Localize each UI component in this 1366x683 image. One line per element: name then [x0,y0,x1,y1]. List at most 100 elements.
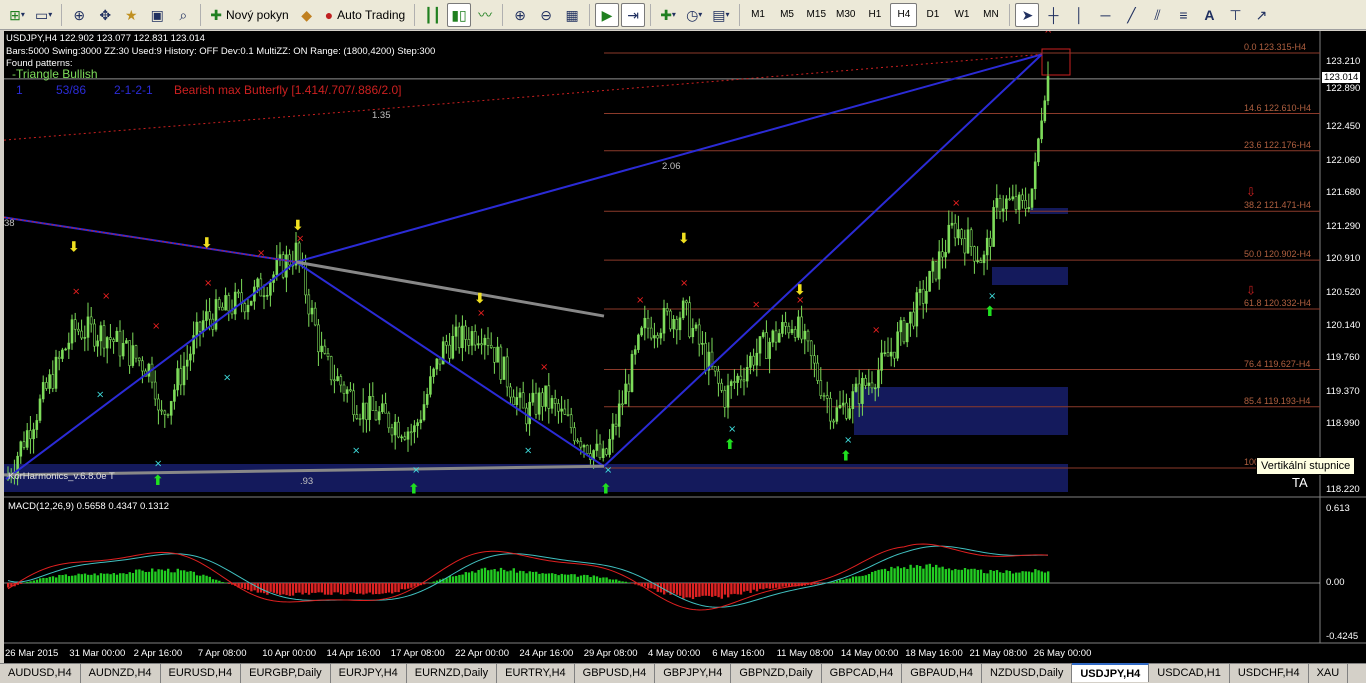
zone-box [854,387,1068,435]
timeframe-m1[interactable]: M1 [745,3,772,27]
fib-level-label: 61.8 120.332-H4 [1244,298,1312,309]
chart-canvas[interactable]: ×××××××××××××××××××××××××⬇⬇⬇⬇⬇⬇⬆⬆⬆⬆⬆⬆⇩⇩ [4,31,1366,663]
text-button[interactable]: A [1197,3,1221,27]
chart-tab[interactable]: EURGBP,Daily [241,664,331,683]
timeframe-mn[interactable]: MN [977,3,1004,27]
candle-body [422,404,426,421]
candle-body [768,341,771,359]
chart-tab[interactable]: EURUSD,H4 [161,664,242,683]
timeframe-m15[interactable]: M15 [803,3,830,27]
navigator-button[interactable]: ✥ [93,3,117,27]
candlestick-button[interactable]: ▮▯ [447,2,472,27]
crosshair-button[interactable]: ┼ [1041,3,1065,27]
candle-body [985,237,989,256]
chart-tab[interactable]: EURTRY,H4 [497,664,575,683]
macd-histogram-bar [720,583,723,599]
bearish-marker-icon: × [152,321,160,332]
chart-tab[interactable]: USDJPY,H4 [1072,663,1150,682]
zoom-in-button[interactable]: ⊕ [508,3,532,27]
toolbar-separator [650,3,652,26]
market-watch-button[interactable]: ⊕ [67,3,91,27]
pattern-row-description: Bearish max Butterfly [1.414/.707/.886/2… [174,83,402,97]
chart-tab[interactable]: XAU [1309,664,1349,683]
candle-body [851,391,855,409]
folder-button[interactable]: ★ [119,3,143,27]
tile-windows-button[interactable]: ▦ [560,3,584,27]
macd-histogram-bar [675,583,679,595]
macd-header: MACD(12,26,9) 0.5658 0.4347 0.1312 [8,501,170,512]
current-price-label: 123.014 [1322,72,1361,83]
macd-histogram-bar [515,572,519,583]
chart-tab[interactable]: USDCAD,H1 [1149,664,1230,683]
zoom-out-button[interactable]: ⊖ [534,3,558,27]
candle-body [662,308,666,334]
new-chart-button[interactable]: ⊞ ▾ [5,3,29,27]
channel-button[interactable]: ⫽ [1145,3,1169,27]
horizontal-line-button[interactable]: ─ [1093,3,1117,27]
candle-body [893,351,896,359]
trendline-button[interactable]: ╱ [1119,3,1143,27]
chart-shift-button[interactable]: ⇥ [621,2,646,27]
candle-body [601,448,605,458]
candle-body [86,316,90,338]
candle-body [838,405,842,408]
vertical-line-button[interactable]: │ [1067,3,1091,27]
fibonacci-button[interactable]: ≡ [1171,3,1195,27]
timeframe-d1[interactable]: D1 [919,3,946,27]
macd-histogram-bar [624,581,627,583]
timeframe-w1[interactable]: W1 [948,3,975,27]
indicators-button[interactable]: ✚ ▾ [656,3,680,27]
line-chart-button[interactable]: 〰 [473,3,497,27]
chart-tab[interactable]: GBPCAD,H4 [822,664,903,683]
chart-tab[interactable]: GBPNZD,Daily [731,664,822,683]
macd-histogram-bar [423,583,426,585]
macd-histogram-bar [970,568,973,583]
chart-tab[interactable]: GBPUSD,H4 [575,664,656,683]
macd-histogram-bar [221,582,224,583]
candle-body [281,254,285,278]
chart-window[interactable]: ×××××××××××××××××××××××××⬇⬇⬇⬇⬇⬇⬆⬆⬆⬆⬆⬆⇩⇩ … [4,31,1366,663]
periods-button[interactable]: ◷ ▾ [682,3,706,27]
chart-tab[interactable]: AUDUSD,H4 [0,664,81,683]
bearish-marker-icon: × [752,299,760,310]
chart-tab[interactable]: AUDNZD,H4 [81,664,161,683]
terminal-button[interactable]: ▣ [145,3,169,27]
cursor-button[interactable]: ➤ [1015,2,1040,27]
chart-tab[interactable]: GBPAUD,H4 [902,664,983,683]
metaeditor-button[interactable]: ◆ [295,3,319,27]
strategy-tester-button[interactable]: ⌕ [171,3,195,27]
templates-button[interactable]: ▤ ▾ [708,3,733,27]
label-button[interactable]: ⊤ [1223,3,1247,27]
candle-body [934,261,938,280]
chart-tab[interactable]: NZDUSD,Daily [982,664,1073,683]
candle-body [419,419,423,424]
candle-body [339,376,343,386]
candle-body [249,300,253,306]
macd-histogram-bar [973,568,976,583]
chart-tab[interactable]: USDCHF,H4 [1230,664,1309,683]
candle-body [368,395,371,420]
candle-body [448,344,451,359]
new-order-button[interactable]: ✚ Nový pokyn [206,3,292,27]
arrows-button[interactable]: ↗ [1249,3,1273,27]
timeframe-h4[interactable]: H4 [890,2,918,27]
chart-tab[interactable]: EURNZD,Daily [407,664,498,683]
timeframe-h1[interactable]: H1 [861,3,888,27]
price-axis-tick: 120.520 [1326,286,1361,298]
chart-tab[interactable]: EURJPY,H4 [331,664,407,683]
candle-body [966,229,970,254]
candle-body [61,349,64,359]
toolbar-separator [738,3,740,26]
candle-body [653,335,656,339]
candle-body [813,355,816,364]
timeframe-m5[interactable]: M5 [774,3,801,27]
profiles-button[interactable]: ▭ ▾ [31,3,56,27]
auto-trading-button[interactable]: ● Auto Trading [321,3,410,27]
chart-tab[interactable]: GBPJPY,H4 [655,664,732,683]
candle-body [413,425,416,433]
channel-icon: ⫽ [1154,6,1161,23]
bar-chart-button[interactable]: ┃┃ [420,3,445,27]
auto-scroll-button[interactable]: ▶ [595,2,620,27]
timeframe-m30[interactable]: M30 [832,3,859,27]
macd-histogram-bar [317,583,320,593]
